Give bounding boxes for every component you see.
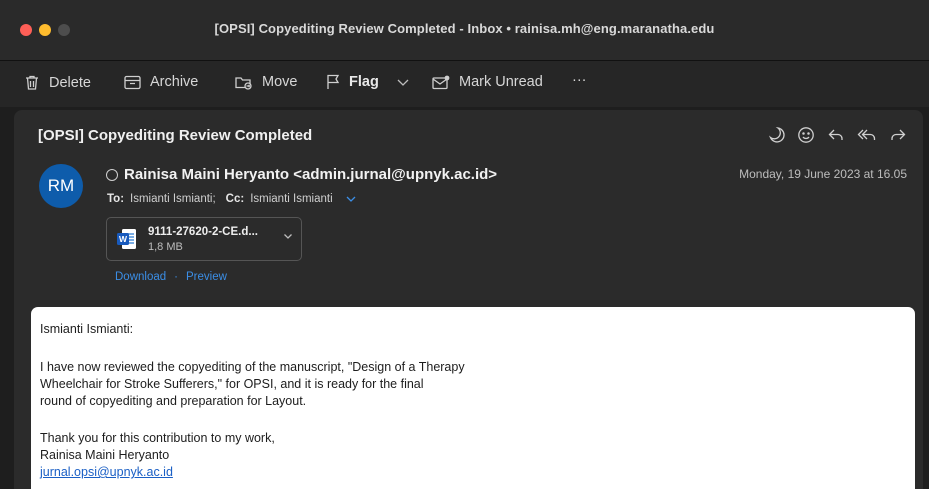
trash-icon [26,75,38,90]
attachment-size: 1,8 MB [148,241,183,253]
message-date: Monday, 19 June 2023 at 16.05 [739,167,907,181]
move-icon [235,76,252,90]
mark-unread-icon [432,75,450,89]
delete-button[interactable]: Delete [24,74,91,91]
snooze-icon[interactable] [767,126,785,144]
reply-icon[interactable] [827,126,845,144]
message-actions [767,126,907,144]
signature-email-link[interactable]: jurnal.opsi@upnyk.ac.id [40,464,173,481]
greeting: Ismianti Ismianti: [40,322,134,336]
flag-icon [327,74,340,89]
chevron-down-icon[interactable] [345,195,357,203]
sender-row: Rainisa Maini Heryanto <admin.jurnal@upn… [106,166,497,183]
cc-recipient[interactable]: Ismianti Ismianti [250,193,332,205]
reply-all-icon[interactable] [857,126,877,144]
flag-button[interactable]: Flag [326,74,410,90]
chevron-down-icon[interactable] [283,233,293,240]
message-subject: [OPSI] Copyediting Review Completed [38,127,313,144]
cc-label: Cc: [225,193,245,205]
sender-name[interactable]: Rainisa Maini Heryanto <admin.jurnal@upn… [124,166,497,183]
mark-unread-button[interactable]: Mark Unread [432,74,543,90]
more-icon: ··· [572,72,587,88]
body-line-1: I have now reviewed the copyediting of t… [40,360,465,374]
attachment-card[interactable]: W 9111-27620-2-CE.d... 1,8 MB [106,217,302,261]
to-recipient[interactable]: Ismianti Ismianti; [130,193,216,205]
move-button[interactable]: Move [235,74,297,90]
svg-text:W: W [119,234,128,244]
attachment-links: Download · Preview [115,271,227,283]
to-label: To: [107,193,125,205]
separator-dot: · [174,271,178,283]
forward-icon[interactable] [889,126,907,144]
flag-label: Flag [349,74,379,90]
body-line-2: Wheelchair for Stroke Sufferers," for OP… [40,377,424,391]
body-line-3: round of copyediting and preparation for… [40,394,307,408]
presence-status-icon [106,168,118,181]
thanks-line: Thank you for this contribution to my wo… [40,431,275,445]
emoji-icon[interactable] [797,126,815,144]
delete-label: Delete [49,74,91,91]
window-title: [OPSI] Copyediting Review Completed - In… [214,21,715,36]
archive-icon [124,75,141,89]
archive-button[interactable]: Archive [124,74,198,90]
attachment-name: 9111-27620-2-CE.d... [148,226,258,238]
mark-unread-label: Mark Unread [459,74,543,90]
title-bar: [OPSI] Copyediting Review Completed - In… [0,0,929,61]
message-body: Ismianti Ismianti: I have now reviewed t… [31,307,915,489]
chevron-down-icon[interactable] [396,77,410,87]
move-label: Move [262,74,298,90]
word-file-icon: W [117,229,136,249]
signature-name: Rainisa Maini Heryanto [40,448,170,462]
avatar[interactable]: RM [39,164,83,208]
preview-link[interactable]: Preview [186,271,227,283]
more-button[interactable]: ··· [572,72,587,88]
toolbar: Delete Archive Move Flag Mark Unread ··· [0,61,929,107]
recipients: To: Ismianti Ismianti; Cc: Ismianti Ismi… [107,193,357,205]
archive-label: Archive [150,74,199,90]
download-link[interactable]: Download [115,271,166,283]
